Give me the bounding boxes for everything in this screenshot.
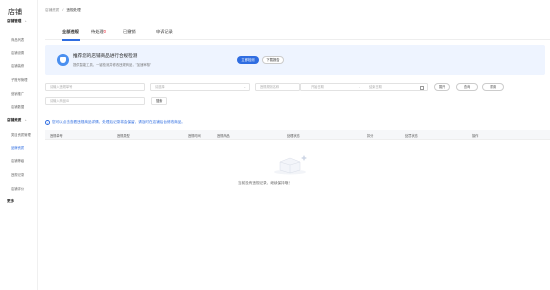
sidebar-item[interactable]: 店铺设置 [11,50,24,55]
sidebar-item[interactable]: 类目资质管理 [11,132,31,137]
info-icon: i [45,120,50,125]
column-header: 违规类型 [117,134,130,138]
shield-icon [57,54,69,66]
table-header: 违规单号 违规类型 违规时间 违规商品 处理状态 扣分 处罚状态 操作 [45,130,550,140]
column-header: 违规时间 [188,134,201,138]
date-start: 开始日期 [311,85,324,89]
sidebar-group-label: 更多 [7,199,15,203]
tab-appeals[interactable]: 申诉记录 [156,29,173,35]
column-header: 违规商品 [217,134,230,138]
calendar-icon [420,85,424,90]
sidebar-item[interactable]: 店铺等级 [11,158,24,163]
reset-button[interactable]: 重置 [482,83,504,91]
info-notice: i 您可以点击查看违规商品详情，处理后记录将会保留，请及时在店铺后台修改商品。 [45,120,185,125]
tab-label: 申诉记录 [156,29,173,34]
expand-button[interactable]: 展开 [434,83,450,91]
column-header: 处理状态 [287,134,300,138]
date-separator: - [359,85,361,89]
sidebar: 店铺 店铺管理 ⌃ 商品列表 店铺设置 店铺装修 子账号管理 营销推广 店铺数据… [0,0,38,290]
tab-label: 待处理 [91,29,104,34]
sidebar-item[interactable]: 店铺装修 [11,63,24,68]
column-header: 扣分 [367,134,374,138]
type-select[interactable]: 请选择 ⌄ [150,83,250,91]
sidebar-item[interactable]: 店铺评价 [11,186,24,191]
sidebar-group-label: 店铺资质 [7,118,22,122]
search-button[interactable]: 搜索 [151,97,167,105]
sidebar-group-label: 店铺管理 [7,19,22,23]
sidebar-item[interactable]: 商品列表 [11,37,24,42]
banner-title: 推荐您的店铺商品进行合规检测 [73,53,138,58]
product-id-input[interactable]: 请输入商品ID [45,97,145,105]
order-no-input[interactable]: 请输入违规单号 [45,83,145,91]
promo-banner: 推荐您的店铺商品进行合规检测 提供智能工具，一键检测并修改违规商品，"加速审核"… [45,45,545,75]
empty-box-icon [274,155,307,175]
select-value: 请选择 [155,85,165,89]
chevron-up-icon: ⌃ [24,118,27,123]
breadcrumb-separator: / [62,8,64,12]
brand-logo: 店铺 [8,8,22,16]
date-range-picker[interactable]: 开始日期 - 结束日期 [300,83,428,91]
notice-text: 您可以点击查看违规商品详情，处理后记录将会保留，请及时在店铺后台修改商品。 [52,120,185,124]
sidebar-item-active[interactable]: 品牌资质 [11,145,24,150]
chevron-up-icon: ⌃ [24,19,27,24]
tab-label: 已撤销 [123,29,136,34]
detect-button[interactable]: 立即检测 [237,56,259,64]
banner-subtitle: 提供智能工具，一键检测并修改违规商品，"加速审核" [73,63,152,67]
tab-count-badge: 0 [103,29,106,34]
date-end: 结束日期 [369,85,382,89]
sidebar-item[interactable]: 子账号管理 [11,77,27,82]
tab-label: 全部违规 [62,29,79,34]
tab-all[interactable]: 全部违规 [62,29,79,35]
empty-state-text: 当前没有违规记录，继续保持哦！ [238,181,292,185]
breadcrumb-current: 违规处理 [66,8,81,12]
sidebar-group-more[interactable]: 更多 [7,199,14,204]
breadcrumb-parent[interactable]: 店铺资质 [45,8,59,13]
sidebar-group-qualification[interactable]: 店铺资质 ⌃ [7,118,27,123]
sidebar-group-store[interactable]: 店铺管理 ⌃ [7,19,27,24]
sidebar-item[interactable]: 店铺数据 [11,104,24,109]
tab-revoked[interactable]: 已撤销 [123,29,136,35]
breadcrumb: 店铺资质 / 违规处理 [45,8,81,13]
tab-pending[interactable]: 待处理0 [91,29,106,35]
column-header: 处罚状态 [405,134,418,138]
column-header: 操作 [472,134,479,138]
sidebar-item[interactable]: 营销推广 [11,91,24,96]
active-tab-indicator [62,39,80,41]
download-report-button[interactable]: 下载报告 [262,56,284,64]
rule-name-label: 违规规则名称 [255,83,300,91]
chevron-down-icon: ⌄ [243,85,246,89]
query-button[interactable]: 查询 [456,83,478,91]
column-header: 违规单号 [50,134,63,138]
tab-bar: 全部违规 待处理0 已撤销 申诉记录 [45,26,550,40]
sidebar-item[interactable]: 违规记录 [11,172,24,177]
